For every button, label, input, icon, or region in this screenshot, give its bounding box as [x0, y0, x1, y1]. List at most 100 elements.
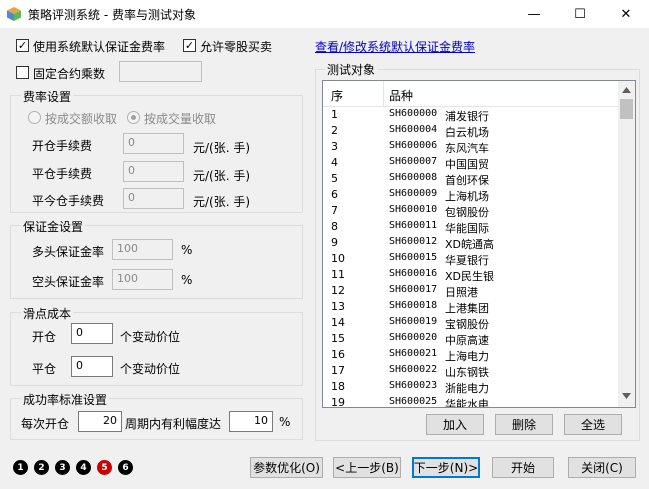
by-volume-radio[interactable]: [127, 111, 140, 124]
close-fee-label: 平仓手续费: [32, 167, 93, 181]
row-index: 11: [331, 268, 345, 281]
list-item[interactable]: 2 SH600004 白云机场: [323, 123, 619, 139]
slippage-close-label: 平仓: [32, 362, 57, 376]
row-name: 上海电力: [445, 350, 489, 363]
list-item[interactable]: 19 SH600025 华能水电: [323, 395, 619, 407]
list-item[interactable]: 13 SH600018 上港集团: [323, 299, 619, 315]
delete-button[interactable]: 删除: [495, 414, 553, 435]
row-code: SH600016: [389, 268, 438, 279]
row-name: 中原高速: [445, 334, 489, 347]
scroll-down-icon[interactable]: [622, 393, 631, 399]
row-index: 2: [331, 124, 338, 137]
minimize-button[interactable]: —: [511, 0, 557, 28]
row-name: 宝钢股份: [445, 318, 489, 331]
use-default-margin-checkbox[interactable]: ✓: [16, 39, 29, 52]
check-icon: ✓: [17, 39, 28, 52]
row-code: SH600006: [389, 140, 438, 151]
list-item[interactable]: 15 SH600020 中原高速: [323, 331, 619, 347]
list-item[interactable]: 11 SH600016 XD民生银: [323, 267, 619, 283]
list-item[interactable]: 1 SH600000 浦发银行: [323, 107, 619, 123]
row-index: 13: [331, 300, 345, 313]
list-item[interactable]: 12 SH600017 日照港: [323, 283, 619, 299]
long-margin-label: 多头保证金率: [32, 245, 105, 259]
close-button[interactable]: 关闭(C): [568, 457, 636, 478]
row-code: SH600007: [389, 156, 438, 167]
row-code: SH600022: [389, 364, 438, 375]
close-today-fee-input[interactable]: 0: [123, 188, 184, 209]
step-2-indicator: 2: [34, 460, 49, 475]
list-item[interactable]: 3 SH600006 东风汽车: [323, 139, 619, 155]
success-rate-title: 成功率标准设置: [21, 391, 110, 408]
test-objects-title: 测试对象: [325, 61, 378, 78]
row-code: SH600008: [389, 172, 438, 183]
short-margin-unit: %: [181, 273, 193, 287]
row-code: SH600020: [389, 332, 438, 343]
close-window-button[interactable]: ✕: [603, 0, 649, 28]
row-index: 6: [331, 188, 338, 201]
list-item[interactable]: 6 SH600009 上海机场: [323, 187, 619, 203]
list-item[interactable]: 18 SH600023 浙能电力: [323, 379, 619, 395]
row-index: 1: [331, 108, 338, 121]
success-period-input[interactable]: 20: [78, 411, 122, 432]
close-fee-input[interactable]: 0: [123, 161, 184, 182]
list-rows: 1 SH600000 浦发银行 2 SH600004 白云机场 3 SH600006 东风汽车 4…: [323, 107, 619, 407]
close-today-fee-label: 平今仓手续费: [32, 194, 105, 208]
param-optimize-button[interactable]: 参数优化(O): [250, 457, 323, 478]
list-item[interactable]: 4 SH600007 中国国贸: [323, 155, 619, 171]
row-code: SH600023: [389, 380, 438, 391]
list-item[interactable]: 8 SH600011 华能国际: [323, 219, 619, 235]
success-percent-input[interactable]: 10: [229, 411, 273, 432]
list-item[interactable]: 14 SH600019 宝钢股份: [323, 315, 619, 331]
success-rate-prefix: 每次开仓: [21, 417, 70, 431]
list-item[interactable]: 5 SH600008 首创环保: [323, 171, 619, 187]
long-margin-input[interactable]: 100: [112, 239, 173, 260]
list-item[interactable]: 7 SH600010 包钢股份: [323, 203, 619, 219]
row-name: 浦发银行: [445, 110, 489, 123]
slippage-close-unit: 个变动价位: [120, 362, 181, 376]
row-code: SH600000: [389, 108, 438, 119]
col-symbol-header[interactable]: 品种: [389, 87, 413, 104]
list-scrollbar[interactable]: [618, 81, 635, 407]
row-name: XD皖通高: [445, 238, 495, 251]
next-step-button[interactable]: 下一步(N)>: [412, 457, 480, 478]
slippage-close-input[interactable]: 0: [71, 356, 113, 377]
fixed-multiplier-input[interactable]: [119, 61, 202, 82]
open-fee-label: 开仓手续费: [32, 139, 93, 153]
slippage-title: 滑点成本: [21, 305, 74, 322]
row-name: 山东钢铁: [445, 366, 489, 379]
add-button[interactable]: 加入: [426, 414, 484, 435]
start-button[interactable]: 开始: [492, 457, 554, 478]
prev-step-button[interactable]: <上一步(B): [333, 457, 401, 478]
list-item[interactable]: 17 SH600022 山东钢铁: [323, 363, 619, 379]
by-amount-label: 按成交额收取: [45, 112, 118, 126]
step-3-indicator: 3: [55, 460, 70, 475]
by-amount-radio[interactable]: [28, 111, 41, 124]
margin-settings-title: 保证金设置: [21, 218, 86, 235]
select-all-button[interactable]: 全选: [564, 414, 622, 435]
row-index: 10: [331, 252, 345, 265]
row-name: 华能国际: [445, 222, 489, 235]
view-modify-margin-link[interactable]: 查看/修改系统默认保证金费率: [315, 38, 475, 55]
maximize-button[interactable]: ☐: [557, 0, 603, 28]
row-index: 4: [331, 156, 338, 169]
test-objects-list[interactable]: 序 品种 1 SH600000 浦发银行 2 SH600004 白云机场 3 SH600006…: [322, 80, 636, 408]
row-code: SH600009: [389, 188, 438, 199]
allow-odd-lot-checkbox[interactable]: ✓: [183, 39, 196, 52]
short-margin-input[interactable]: 100: [112, 269, 173, 290]
fixed-multiplier-checkbox[interactable]: [16, 66, 29, 79]
step-5-indicator: 5: [97, 460, 112, 475]
list-item[interactable]: 9 SH600012 XD皖通高: [323, 235, 619, 251]
slippage-open-label: 开仓: [32, 330, 57, 344]
fixed-multiplier-label: 固定合约乘数: [33, 67, 106, 81]
scroll-up-icon[interactable]: [622, 87, 631, 93]
row-code: SH600018: [389, 300, 438, 311]
scroll-thumb[interactable]: [620, 99, 633, 119]
list-item[interactable]: 10 SH600015 华夏银行: [323, 251, 619, 267]
slippage-open-input[interactable]: 0: [71, 323, 113, 344]
row-name: 华夏银行: [445, 254, 489, 267]
row-name: 白云机场: [445, 126, 489, 139]
row-name: XD民生银: [445, 270, 495, 283]
col-index-header[interactable]: 序: [331, 87, 343, 104]
list-item[interactable]: 16 SH600021 上海电力: [323, 347, 619, 363]
open-fee-input[interactable]: 0: [123, 133, 184, 154]
